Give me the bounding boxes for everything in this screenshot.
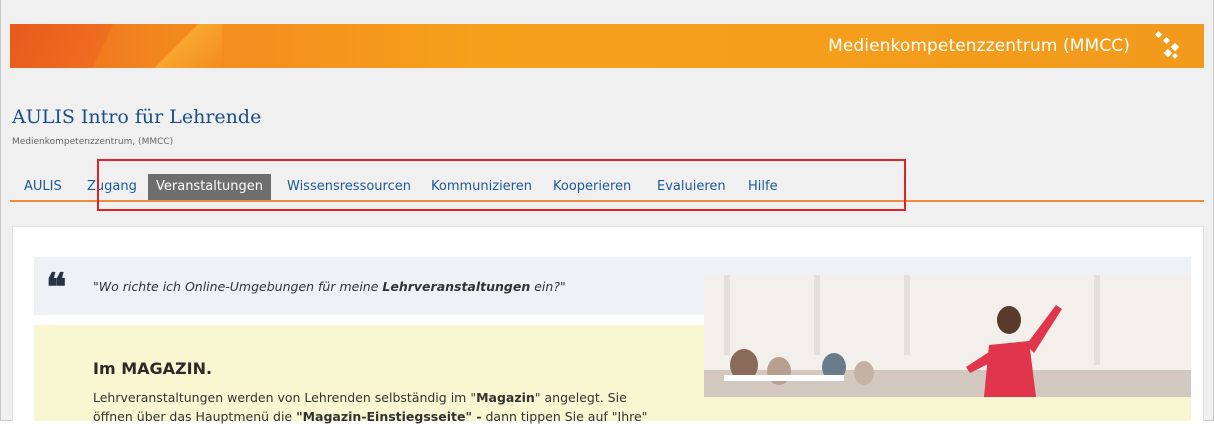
lecture-photo	[704, 275, 1191, 397]
tab-aulis[interactable]: AULIS	[16, 174, 70, 200]
quote-prefix: "Wo richte ich Online-Umgebungen für mei…	[93, 279, 383, 294]
magazine-text-line-1: Lehrveranstaltungen werden von Lehrenden…	[93, 390, 627, 405]
photo-caption-area	[704, 397, 1191, 421]
magazine-start-link[interactable]: "Magazin-Einstiegsseite" -	[296, 409, 481, 424]
magazine-text-1b: Magazin	[476, 390, 535, 405]
magazine-text-2a: öffnen über das Hauptmenü die	[93, 409, 297, 424]
quote-block-extension	[704, 257, 1191, 275]
brand-name[interactable]: Medienkompetenzzentrum (MMCC)	[828, 36, 1130, 56]
mmcc-logo-icon[interactable]	[1152, 30, 1182, 62]
magazine-text-line-2: öffnen über das Hauptmenü die "Magazin-E…	[93, 409, 647, 424]
lecture-photo-illustration	[704, 275, 1191, 397]
quote-suffix: ein?"	[530, 279, 566, 294]
quote-text: "Wo richte ich Online-Umgebungen für mei…	[93, 279, 566, 294]
header-banner: Medienkompetenzzentrum (MMCC)	[10, 24, 1204, 68]
quote-icon: ❝	[46, 264, 67, 309]
page-title: AULIS Intro für Lehrende	[12, 106, 262, 128]
magazine-text-2c: dann tippen Sie auf "Ihre"	[481, 409, 648, 424]
magazine-title: Im MAGAZIN.	[93, 359, 213, 378]
magazine-text-1c: " angelegt. Sie	[534, 390, 627, 405]
annotation-highlight-box	[97, 159, 906, 211]
page-subtitle: Medienkompetenzzentrum, (MMCC)	[12, 137, 174, 147]
magazine-text-1a: Lehrveranstaltungen werden von Lehrenden…	[93, 390, 477, 405]
banner-decoration-stripe	[132, 24, 222, 68]
quote-emphasis: Lehrveranstaltungen	[382, 279, 531, 294]
